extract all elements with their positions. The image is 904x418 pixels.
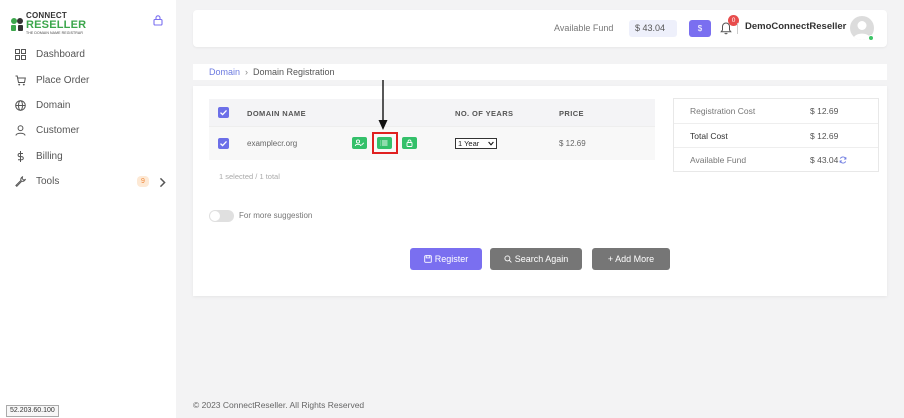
search-again-button[interactable]: Search Again — [490, 248, 582, 270]
registration-cost-row: Registration Cost $ 12.69 — [674, 99, 878, 123]
brand-tagline: THE DOMAIN NAME REGISTRAR — [26, 31, 83, 35]
sidebar-item-place-order[interactable]: Place Order — [0, 67, 176, 92]
cart-icon — [15, 75, 26, 86]
selection-count: 1 selected / 1 total — [219, 172, 280, 181]
total-cost-value: $ 12.69 — [810, 131, 839, 141]
sidebar: CONNECT RESELLER THE DOMAIN NAME REGISTR… — [0, 0, 176, 418]
years-select-value: 1 Year — [458, 139, 480, 148]
wrench-icon — [15, 176, 26, 188]
lock-icon[interactable] — [152, 14, 164, 26]
domain-name-cell: examplecr.org — [247, 139, 298, 148]
sidebar-nav: Dashboard Place Order Domain Customer Bi… — [0, 42, 176, 194]
save-icon — [423, 255, 432, 263]
add-more-button[interactable]: + Add More — [592, 248, 670, 270]
sidebar-item-label: Customer — [36, 125, 80, 137]
sidebar-item-label: Place Order — [36, 74, 90, 86]
cost-summary: Registration Cost $ 12.69 Total Cost $ 1… — [673, 98, 879, 172]
breadcrumb-current: Domain Registration — [253, 67, 335, 77]
summary-fund-value: $ 43.04 — [810, 155, 839, 165]
domain-registration-card: DOMAIN NAME NO. OF YEARS PRICE examplecr… — [193, 86, 887, 296]
available-fund-label: Available Fund — [554, 23, 614, 33]
sidebar-item-customer[interactable]: Customer — [0, 118, 176, 143]
search-again-label: Search Again — [514, 254, 569, 264]
sidebar-item-domain[interactable]: Domain — [0, 93, 176, 118]
more-suggestion-toggle[interactable] — [209, 210, 234, 222]
lock-icon — [406, 139, 413, 147]
register-label: Register — [434, 254, 469, 264]
sidebar-item-label: Billing — [36, 150, 63, 162]
footer-copyright: © 2023 ConnectReseller. All Rights Reser… — [193, 400, 365, 410]
privacy-protection-button[interactable] — [402, 137, 417, 149]
sidebar-item-billing[interactable]: Billing — [0, 144, 176, 169]
highlight-box — [372, 132, 398, 154]
dollar-icon — [17, 150, 24, 162]
breadcrumb: Domain › Domain Registration — [193, 64, 887, 80]
sidebar-item-label: Domain — [36, 99, 71, 111]
contact-details-button[interactable] — [352, 137, 367, 149]
register-button[interactable]: Register — [410, 248, 482, 270]
search-icon — [504, 255, 512, 263]
user-edit-icon — [354, 139, 365, 147]
table-row: examplecr.org 1 Year $ 12.69 — [209, 126, 655, 160]
username[interactable]: DemoConnectReseller — [745, 21, 846, 32]
grid-icon — [15, 49, 26, 61]
sidebar-item-label: Dashboard — [36, 49, 85, 61]
sidebar-item-dashboard[interactable]: Dashboard — [0, 42, 176, 67]
annotation-arrow-icon — [378, 80, 388, 130]
user-icon — [15, 125, 26, 137]
breadcrumb-separator: › — [245, 67, 249, 77]
select-all-checkbox[interactable] — [218, 107, 229, 118]
brand-logo[interactable]: CONNECT RESELLER THE DOMAIN NAME REGISTR… — [10, 12, 86, 36]
check-icon — [220, 140, 227, 147]
column-header-domain: DOMAIN NAME — [247, 109, 306, 118]
sidebar-item-tools[interactable]: Tools 9 — [0, 169, 176, 194]
header-divider — [737, 23, 738, 34]
column-header-price: PRICE — [559, 109, 584, 118]
table-header: DOMAIN NAME NO. OF YEARS PRICE — [209, 99, 655, 126]
column-header-years: NO. OF YEARS — [455, 109, 514, 118]
registration-cost-label: Registration Cost — [690, 106, 756, 116]
refresh-icon[interactable] — [839, 156, 847, 164]
logo-mark-icon — [10, 16, 24, 32]
chevron-down-icon — [488, 141, 494, 146]
total-cost-label: Total Cost — [690, 131, 728, 141]
globe-icon — [15, 100, 26, 111]
add-fund-button[interactable]: $ — [689, 20, 711, 37]
tools-count-badge: 9 — [137, 175, 149, 187]
summary-fund-label: Available Fund — [690, 155, 747, 165]
toggle-knob — [210, 211, 220, 221]
row-checkbox[interactable] — [218, 138, 229, 149]
registration-cost-value: $ 12.69 — [810, 106, 839, 116]
online-status-dot — [868, 35, 874, 41]
brand-line2: RESELLER — [26, 19, 87, 31]
domain-table: DOMAIN NAME NO. OF YEARS PRICE examplecr… — [209, 99, 655, 160]
top-bar: Available Fund $ 43.04 $ 0 DemoConnectRe… — [193, 10, 887, 47]
sidebar-item-label: Tools — [36, 176, 60, 188]
years-select[interactable]: 1 Year — [455, 138, 497, 149]
available-fund-row: Available Fund $ 43.04 — [674, 147, 878, 171]
price-cell: $ 12.69 — [559, 139, 586, 148]
available-fund-value: $ 43.04 — [629, 20, 677, 37]
more-suggestion-label: For more suggestion — [239, 211, 313, 220]
check-icon — [220, 109, 227, 116]
total-cost-row: Total Cost $ 12.69 — [674, 123, 878, 147]
chevron-right-icon — [159, 177, 166, 188]
ip-address-label: 52.203.60.100 — [6, 405, 59, 417]
add-more-label: + Add More — [607, 254, 655, 264]
breadcrumb-domain-link[interactable]: Domain — [209, 67, 240, 77]
